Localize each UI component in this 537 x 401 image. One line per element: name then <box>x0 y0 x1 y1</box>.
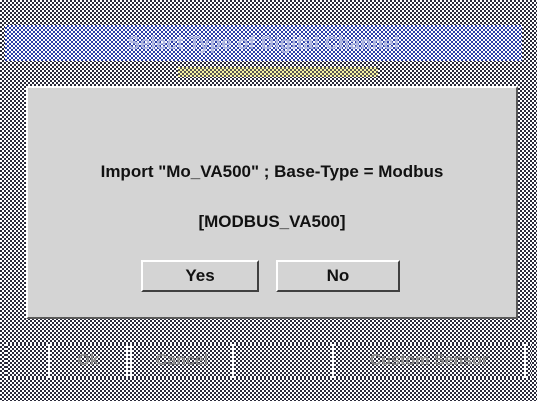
import-dialog: Import "Mo_VA500" ; Base-Type = Modbus [… <box>26 86 518 319</box>
no-button[interactable]: No <box>276 260 400 292</box>
screen-background: Select Type of Digital Channel Import "M… <box>0 0 537 401</box>
title-bar: Select Type of Digital Channel <box>5 25 522 61</box>
custom-sensor-button[interactable]: Custom Sensor <box>332 344 526 378</box>
bottom-button-bar: Ok Cancel Custom Sensor <box>6 344 531 378</box>
title-text: Select Type of Digital Channel <box>127 32 400 53</box>
selected-item-highlight <box>178 67 378 77</box>
dialog-detail: [MODBUS_VA500] <box>198 212 346 231</box>
cancel-button[interactable]: Cancel <box>130 344 234 378</box>
yes-button[interactable]: Yes <box>141 260 259 292</box>
ok-button[interactable]: Ok <box>48 344 128 378</box>
dialog-message: Import "Mo_VA500" ; Base-Type = Modbus <box>100 162 444 181</box>
